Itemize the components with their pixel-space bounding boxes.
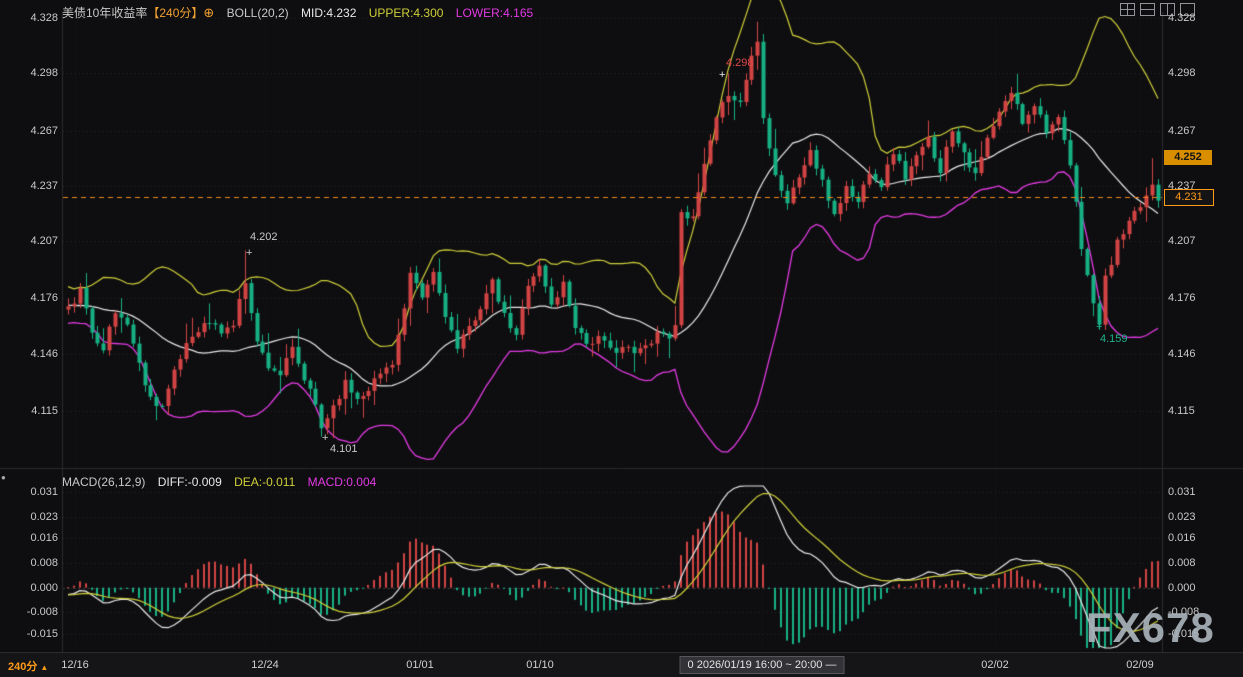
time-axis-bar: 240分▲ 12/1612/2401/0101/100 2026/01/19 1… bbox=[0, 652, 1243, 677]
price-extreme-label: 4.101 bbox=[330, 444, 358, 455]
layout-rows-icon[interactable] bbox=[1140, 3, 1155, 16]
timeframe-selector-label: 240分 bbox=[8, 661, 37, 673]
boll-upper-value: UPPER:4.300 bbox=[369, 6, 444, 20]
macd-axis-label-right: 0.000 bbox=[1168, 582, 1228, 594]
price-axis-label-left: 4.298 bbox=[4, 67, 58, 79]
macd-axis-label-left: 0.008 bbox=[4, 557, 58, 569]
price-axis-label-left: 4.237 bbox=[4, 180, 58, 192]
price-extreme-label: 4.298 bbox=[726, 58, 754, 69]
macd-hist-value: MACD:0.004 bbox=[308, 475, 377, 489]
session-price-tag: 4.252 bbox=[1164, 150, 1212, 165]
price-axis-label-right: 4.115 bbox=[1168, 405, 1228, 417]
boll-mid-value: MID:4.232 bbox=[301, 6, 356, 20]
macd-diff-value: DIFF:-0.009 bbox=[158, 475, 222, 489]
macd-axis-label-right: 0.008 bbox=[1168, 557, 1228, 569]
price-axis-label-right: 4.267 bbox=[1168, 125, 1228, 137]
price-extreme-marker-icon: + bbox=[246, 248, 252, 258]
boll-lower-value: LOWER:4.165 bbox=[456, 6, 533, 20]
price-axis-label-left: 4.328 bbox=[4, 12, 58, 24]
time-axis-label: 02/02 bbox=[955, 659, 1035, 671]
price-axis-label-right: 4.207 bbox=[1168, 235, 1228, 247]
current-price-tag: 4.231 bbox=[1164, 189, 1214, 206]
price-extreme-label: 4.159 bbox=[1100, 334, 1128, 345]
price-extreme-label: 4.202 bbox=[250, 232, 278, 243]
macd-axis-label-left: -0.008 bbox=[4, 606, 58, 618]
symbol-title: 美债10年收益率 bbox=[62, 6, 147, 20]
macd-axis-label-left: 0.016 bbox=[4, 532, 58, 544]
chart-canvas[interactable] bbox=[0, 0, 1243, 677]
price-extreme-marker-icon: + bbox=[719, 70, 725, 80]
boll-indicator-name: BOLL(20,2) bbox=[227, 6, 289, 20]
time-axis-label: 12/16 bbox=[35, 659, 115, 671]
macd-indicator-name: MACD(26,12,9) bbox=[62, 475, 145, 489]
macd-axis-label-right: 0.031 bbox=[1168, 486, 1228, 498]
macd-axis-label-left: -0.015 bbox=[4, 628, 58, 640]
layout-grid-icon[interactable] bbox=[1120, 3, 1135, 16]
macd-axis-label-right: 0.016 bbox=[1168, 532, 1228, 544]
macd-dea-value: DEA:-0.011 bbox=[234, 475, 295, 489]
price-axis-label-left: 4.267 bbox=[4, 125, 58, 137]
price-axis-label-right: 4.328 bbox=[1168, 12, 1228, 24]
macd-legend: MACD(26,12,9) DIFF:-0.009 DEA:-0.011 MAC… bbox=[62, 475, 385, 489]
watermark-text: FX678 bbox=[1086, 604, 1215, 652]
price-axis-label-left: 4.115 bbox=[4, 405, 58, 417]
macd-axis-label-left: 0.023 bbox=[4, 511, 58, 523]
add-indicator-icon[interactable]: ⊕ bbox=[203, 5, 214, 20]
price-legend: 美债10年收益率【240分】⊕ BOLL(20,2) MID:4.232 UPP… bbox=[62, 4, 542, 21]
price-axis-label-left: 4.207 bbox=[4, 235, 58, 247]
time-axis-label: 02/09 bbox=[1100, 659, 1180, 671]
macd-axis-label-left: 0.031 bbox=[4, 486, 58, 498]
price-axis-label-right: 4.298 bbox=[1168, 67, 1228, 79]
price-axis-label-right: 4.146 bbox=[1168, 348, 1228, 360]
macd-axis-label-right: 0.023 bbox=[1168, 511, 1228, 523]
price-axis-label-right: 4.176 bbox=[1168, 292, 1228, 304]
time-axis-label: 01/10 bbox=[500, 659, 580, 671]
time-axis-label: 01/01 bbox=[380, 659, 460, 671]
price-axis-label-left: 4.146 bbox=[4, 348, 58, 360]
price-extreme-marker-icon: + bbox=[1096, 322, 1102, 332]
price-extreme-marker-icon: + bbox=[322, 433, 328, 443]
price-axis-label-left: 4.176 bbox=[4, 292, 58, 304]
timeframe-label: 【240分】 bbox=[147, 6, 203, 20]
macd-axis-label-left: 0.000 bbox=[4, 582, 58, 594]
time-axis-label: 12/24 bbox=[225, 659, 305, 671]
panel-marker-icon[interactable]: ● bbox=[1, 473, 6, 482]
crosshair-time-display: 0 2026/01/19 16:00 ~ 20:00 — bbox=[680, 656, 845, 674]
trading-chart-app: 美债10年收益率【240分】⊕ BOLL(20,2) MID:4.232 UPP… bbox=[0, 0, 1243, 677]
